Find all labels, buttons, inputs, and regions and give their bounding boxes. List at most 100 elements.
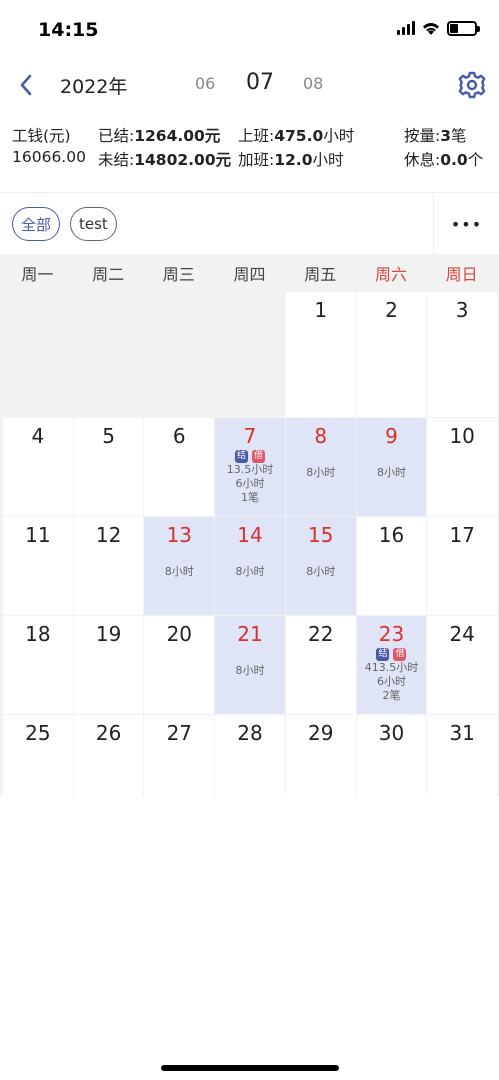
day-number: 27	[166, 721, 193, 745]
calendar-day[interactable]: 1	[285, 292, 356, 417]
work-hours: 上班:475.0小时	[238, 127, 355, 145]
calendar-day[interactable]: 5	[73, 418, 144, 516]
day-number: 4	[31, 424, 45, 448]
weekday-label: 周一	[21, 265, 54, 284]
calendar-day[interactable]: 14 8小时	[215, 517, 285, 615]
day-number: 24	[449, 622, 475, 646]
day-number: 15	[308, 523, 334, 547]
overtime-hours: 加班:12.0小时	[238, 151, 344, 169]
calendar-day[interactable]: 6	[144, 418, 215, 516]
day-detail: 2笔	[382, 689, 401, 702]
day-number: 25	[25, 721, 51, 745]
calendar-day[interactable]: 27	[144, 715, 215, 813]
weekday-label: 周二	[92, 265, 125, 284]
calendar-day[interactable]: 31	[427, 715, 498, 813]
calendar-day[interactable]: 3	[427, 292, 498, 417]
day-number: 20	[166, 622, 193, 646]
calendar-day[interactable]: 20	[144, 616, 215, 714]
day-number: 8	[314, 424, 328, 448]
status-time: 14:15	[38, 19, 99, 41]
year-label[interactable]: 2022年	[60, 72, 127, 99]
calendar-day[interactable]: 17	[427, 517, 498, 615]
calendar-day[interactable]: 11	[3, 517, 73, 615]
loan-badge: 借	[393, 648, 407, 661]
calendar-day[interactable]: 16	[356, 517, 427, 615]
day-detail: 8小时	[306, 466, 336, 479]
calendar-empty-cell	[74, 292, 144, 417]
day-number: 9	[385, 424, 398, 448]
calendar-day[interactable]: 15 8小时	[285, 517, 356, 615]
day-detail: 6小时	[376, 675, 406, 688]
calendar-day[interactable]: 10	[427, 418, 498, 516]
calendar-day[interactable]: 4	[3, 418, 73, 516]
calendar-empty-cell	[3, 292, 73, 417]
calendar-week: 1 2 3	[2, 292, 498, 418]
filter-chip-all[interactable]: 全部	[12, 207, 61, 241]
next-month[interactable]: 08	[303, 74, 323, 93]
day-number: 22	[308, 622, 334, 646]
more-button[interactable]: •••	[433, 193, 499, 255]
day-number: 19	[95, 622, 122, 646]
day-number: 26	[95, 721, 122, 745]
piece-count: 按量:3笔	[404, 127, 467, 145]
gear-icon[interactable]	[457, 70, 487, 100]
calendar-day[interactable]: 28	[215, 715, 285, 813]
calendar-day[interactable]: 19	[73, 616, 144, 714]
current-month[interactable]: 07	[246, 70, 274, 95]
loan-badge: 借	[252, 450, 266, 463]
home-indicator[interactable]	[161, 1065, 339, 1071]
settled-badge: 结	[235, 450, 249, 463]
calendar-day[interactable]: 13 8小时	[144, 517, 215, 615]
calendar-day[interactable]: 8 8小时	[285, 418, 356, 516]
calendar-day[interactable]: 29	[285, 715, 356, 813]
day-number: 14	[237, 523, 263, 547]
calendar-day[interactable]: 7 结借 13.5小时 6小时 1笔	[215, 418, 285, 516]
day-detail: 8小时	[376, 466, 406, 479]
calendar: 周一 周二 周三 周四 周五 周六 周日 1 2 3 4 5 6 7 结借 13.5小时 6小时 1…	[0, 254, 499, 813]
day-number: 7	[243, 424, 257, 448]
calendar-day[interactable]: 25	[3, 715, 73, 813]
calendar-week: 25 26 27 28 29 30 31	[2, 715, 498, 814]
weekday-label-sunday: 周日	[445, 265, 478, 284]
unsettled-amount: 未结:14802.00元	[98, 151, 232, 169]
day-detail: 8小时	[235, 565, 265, 578]
cellular-signal-icon	[397, 21, 415, 35]
rest-days: 休息:0.0个	[404, 151, 484, 169]
day-number: 17	[449, 523, 475, 547]
back-arrow-icon[interactable]	[14, 70, 38, 100]
calendar-day[interactable]: 24	[427, 616, 498, 714]
prev-month[interactable]: 06	[195, 74, 215, 93]
day-number: 12	[95, 523, 122, 547]
calendar-day[interactable]: 22	[285, 616, 356, 714]
day-detail: 13.5小时	[226, 463, 274, 476]
wifi-icon	[423, 23, 439, 35]
day-detail: 1笔	[241, 491, 260, 504]
day-number: 21	[237, 622, 263, 646]
filter-bar: 全部 test •••	[0, 192, 499, 255]
settled-badge: 结	[376, 648, 390, 661]
calendar-grid: 1 2 3 4 5 6 7 结借 13.5小时 6小时 1笔 8 8小时 9 8小时 10 11 12 13 8小时 1…	[2, 292, 498, 814]
day-detail: 6小时	[235, 477, 265, 490]
day-number: 11	[25, 523, 51, 547]
filter-chip-test[interactable]: test	[70, 207, 117, 241]
day-badges: 结借	[357, 648, 427, 661]
wage-label: 工钱(元)	[12, 127, 71, 145]
calendar-day[interactable]: 18	[3, 616, 73, 714]
calendar-day[interactable]: 21 8小时	[215, 616, 285, 714]
calendar-day[interactable]: 30	[356, 715, 427, 813]
calendar-day[interactable]: 2	[356, 292, 427, 417]
calendar-day[interactable]: 9 8小时	[356, 418, 427, 516]
settled-amount: 已结:1264.00元	[98, 127, 221, 145]
weekday-label: 周四	[233, 265, 266, 284]
calendar-day[interactable]: 26	[73, 715, 144, 813]
weekday-label: 周三	[162, 265, 195, 284]
calendar-week: 4 5 6 7 结借 13.5小时 6小时 1笔 8 8小时 9 8小时 10	[2, 418, 498, 517]
day-badges: 结借	[215, 450, 285, 463]
calendar-empty-cell	[144, 292, 214, 417]
weekday-label: 周五	[304, 265, 337, 284]
calendar-day[interactable]: 12	[73, 517, 144, 615]
calendar-day[interactable]: 23 结借 413.5小时 6小时 2笔	[356, 616, 427, 714]
month-navigation: 2022年 06 07 08	[0, 62, 499, 108]
day-detail: 413.5小时	[364, 661, 419, 674]
day-number: 13	[166, 523, 193, 547]
